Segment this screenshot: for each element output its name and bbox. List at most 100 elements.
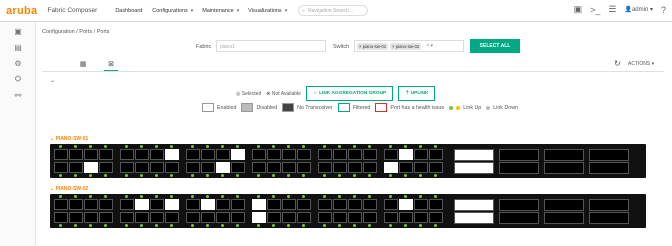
switch-select[interactable]: × piano-sw-01 × piano-sw-02 × ▾ [354,40,464,52]
port-top[interactable] [333,199,347,210]
port-bottom[interactable] [399,162,413,173]
port-top[interactable] [99,199,113,210]
port-bottom[interactable] [318,162,332,173]
port-top[interactable] [282,149,296,160]
select-all-button[interactable]: SELECT ALL [470,39,520,53]
refresh-icon[interactable]: ↻ [614,59,621,68]
port-bottom[interactable] [69,212,83,223]
port-top[interactable] [429,149,443,160]
uplink-port[interactable] [499,199,539,211]
port-bottom[interactable] [69,162,83,173]
port-bottom[interactable] [267,212,281,223]
port-bottom[interactable] [84,212,98,223]
uplink-port[interactable] [499,149,539,161]
switch-title[interactable]: ⌄ PIANO-SW-01 [50,136,646,142]
port-top[interactable] [165,149,179,160]
port-top[interactable] [252,199,266,210]
uplink-port[interactable] [589,162,629,174]
uplink-port[interactable] [499,162,539,174]
port-bottom[interactable] [216,162,230,173]
port-bottom[interactable] [252,162,266,173]
port-bottom[interactable] [165,212,179,223]
uplink-port[interactable] [454,162,494,174]
port-top[interactable] [318,199,332,210]
port-top[interactable] [69,149,83,160]
port-top[interactable] [429,199,443,210]
uplink-port[interactable] [589,149,629,161]
switch-chip[interactable]: × piano-sw-01 [357,42,389,50]
nav-maintenance[interactable]: Maintenance ▼ [202,8,240,14]
port-bottom[interactable] [297,212,311,223]
port-bottom[interactable] [186,212,200,223]
actions-menu[interactable]: ACTIONS ▾ [628,61,654,67]
port-top[interactable] [186,199,200,210]
port-top[interactable] [54,149,68,160]
port-bottom[interactable] [201,212,215,223]
port-bottom[interactable] [216,212,230,223]
port-top[interactable] [216,199,230,210]
port-bottom[interactable] [348,162,362,173]
uplink-port[interactable] [589,212,629,224]
port-top[interactable] [267,149,281,160]
port-top[interactable] [150,199,164,210]
port-bottom[interactable] [186,162,200,173]
port-bottom[interactable] [165,162,179,173]
port-top[interactable] [84,149,98,160]
uplink-port[interactable] [454,212,494,224]
fabric-select[interactable]: piano1 [216,40,326,52]
uplink-port[interactable] [544,149,584,161]
port-bottom[interactable] [231,162,245,173]
sidebar-network-icon[interactable]: ⛭ [0,72,36,86]
port-top[interactable] [297,199,311,210]
port-bottom[interactable] [333,212,347,223]
port-bottom[interactable] [429,212,443,223]
help-icon[interactable]: ? [661,5,666,15]
port-top[interactable] [135,149,149,160]
port-top[interactable] [135,199,149,210]
port-top[interactable] [318,149,332,160]
navigation-search-input[interactable]: ⌕ Navigation Search... [298,5,369,16]
uplink-button[interactable]: ⇡ UPLINK [398,86,436,101]
port-bottom[interactable] [150,212,164,223]
sidebar-settings-icon[interactable]: ⚙ [0,56,36,70]
port-bottom[interactable] [231,212,245,223]
port-bottom[interactable] [120,212,134,223]
aruba-logo[interactable]: aruba [6,5,37,17]
port-top[interactable] [201,199,215,210]
port-bottom[interactable] [99,162,113,173]
nav-dashboard[interactable]: Dashboard [115,8,144,14]
link-aggregation-group-button[interactable]: ⇔ LINK AGGREGATION GROUP [305,86,394,101]
port-bottom[interactable] [414,212,428,223]
port-bottom[interactable] [99,212,113,223]
port-top[interactable] [297,149,311,160]
port-top[interactable] [201,149,215,160]
port-top[interactable] [120,199,134,210]
port-top[interactable] [363,199,377,210]
port-bottom[interactable] [282,212,296,223]
port-top[interactable] [399,199,413,210]
port-top[interactable] [54,199,68,210]
port-bottom[interactable] [363,162,377,173]
port-top[interactable] [150,149,164,160]
uplink-port[interactable] [544,199,584,211]
port-bottom[interactable] [54,212,68,223]
port-top[interactable] [120,149,134,160]
port-top[interactable] [348,199,362,210]
port-bottom[interactable] [348,212,362,223]
uplink-port[interactable] [499,212,539,224]
port-top[interactable] [399,149,413,160]
port-bottom[interactable] [363,212,377,223]
port-bottom[interactable] [150,162,164,173]
port-bottom[interactable] [267,162,281,173]
uplink-port[interactable] [454,149,494,161]
switch-chip[interactable]: × piano-sw-02 [390,42,422,50]
port-bottom[interactable] [414,162,428,173]
port-bottom[interactable] [120,162,134,173]
collapse-chevron-icon[interactable]: ⌄ [50,77,55,84]
port-top[interactable] [216,149,230,160]
sidebar-grid-icon[interactable]: ▤ [0,40,36,54]
port-bottom[interactable] [135,212,149,223]
port-top[interactable] [186,149,200,160]
port-top[interactable] [231,199,245,210]
port-bottom[interactable] [297,162,311,173]
